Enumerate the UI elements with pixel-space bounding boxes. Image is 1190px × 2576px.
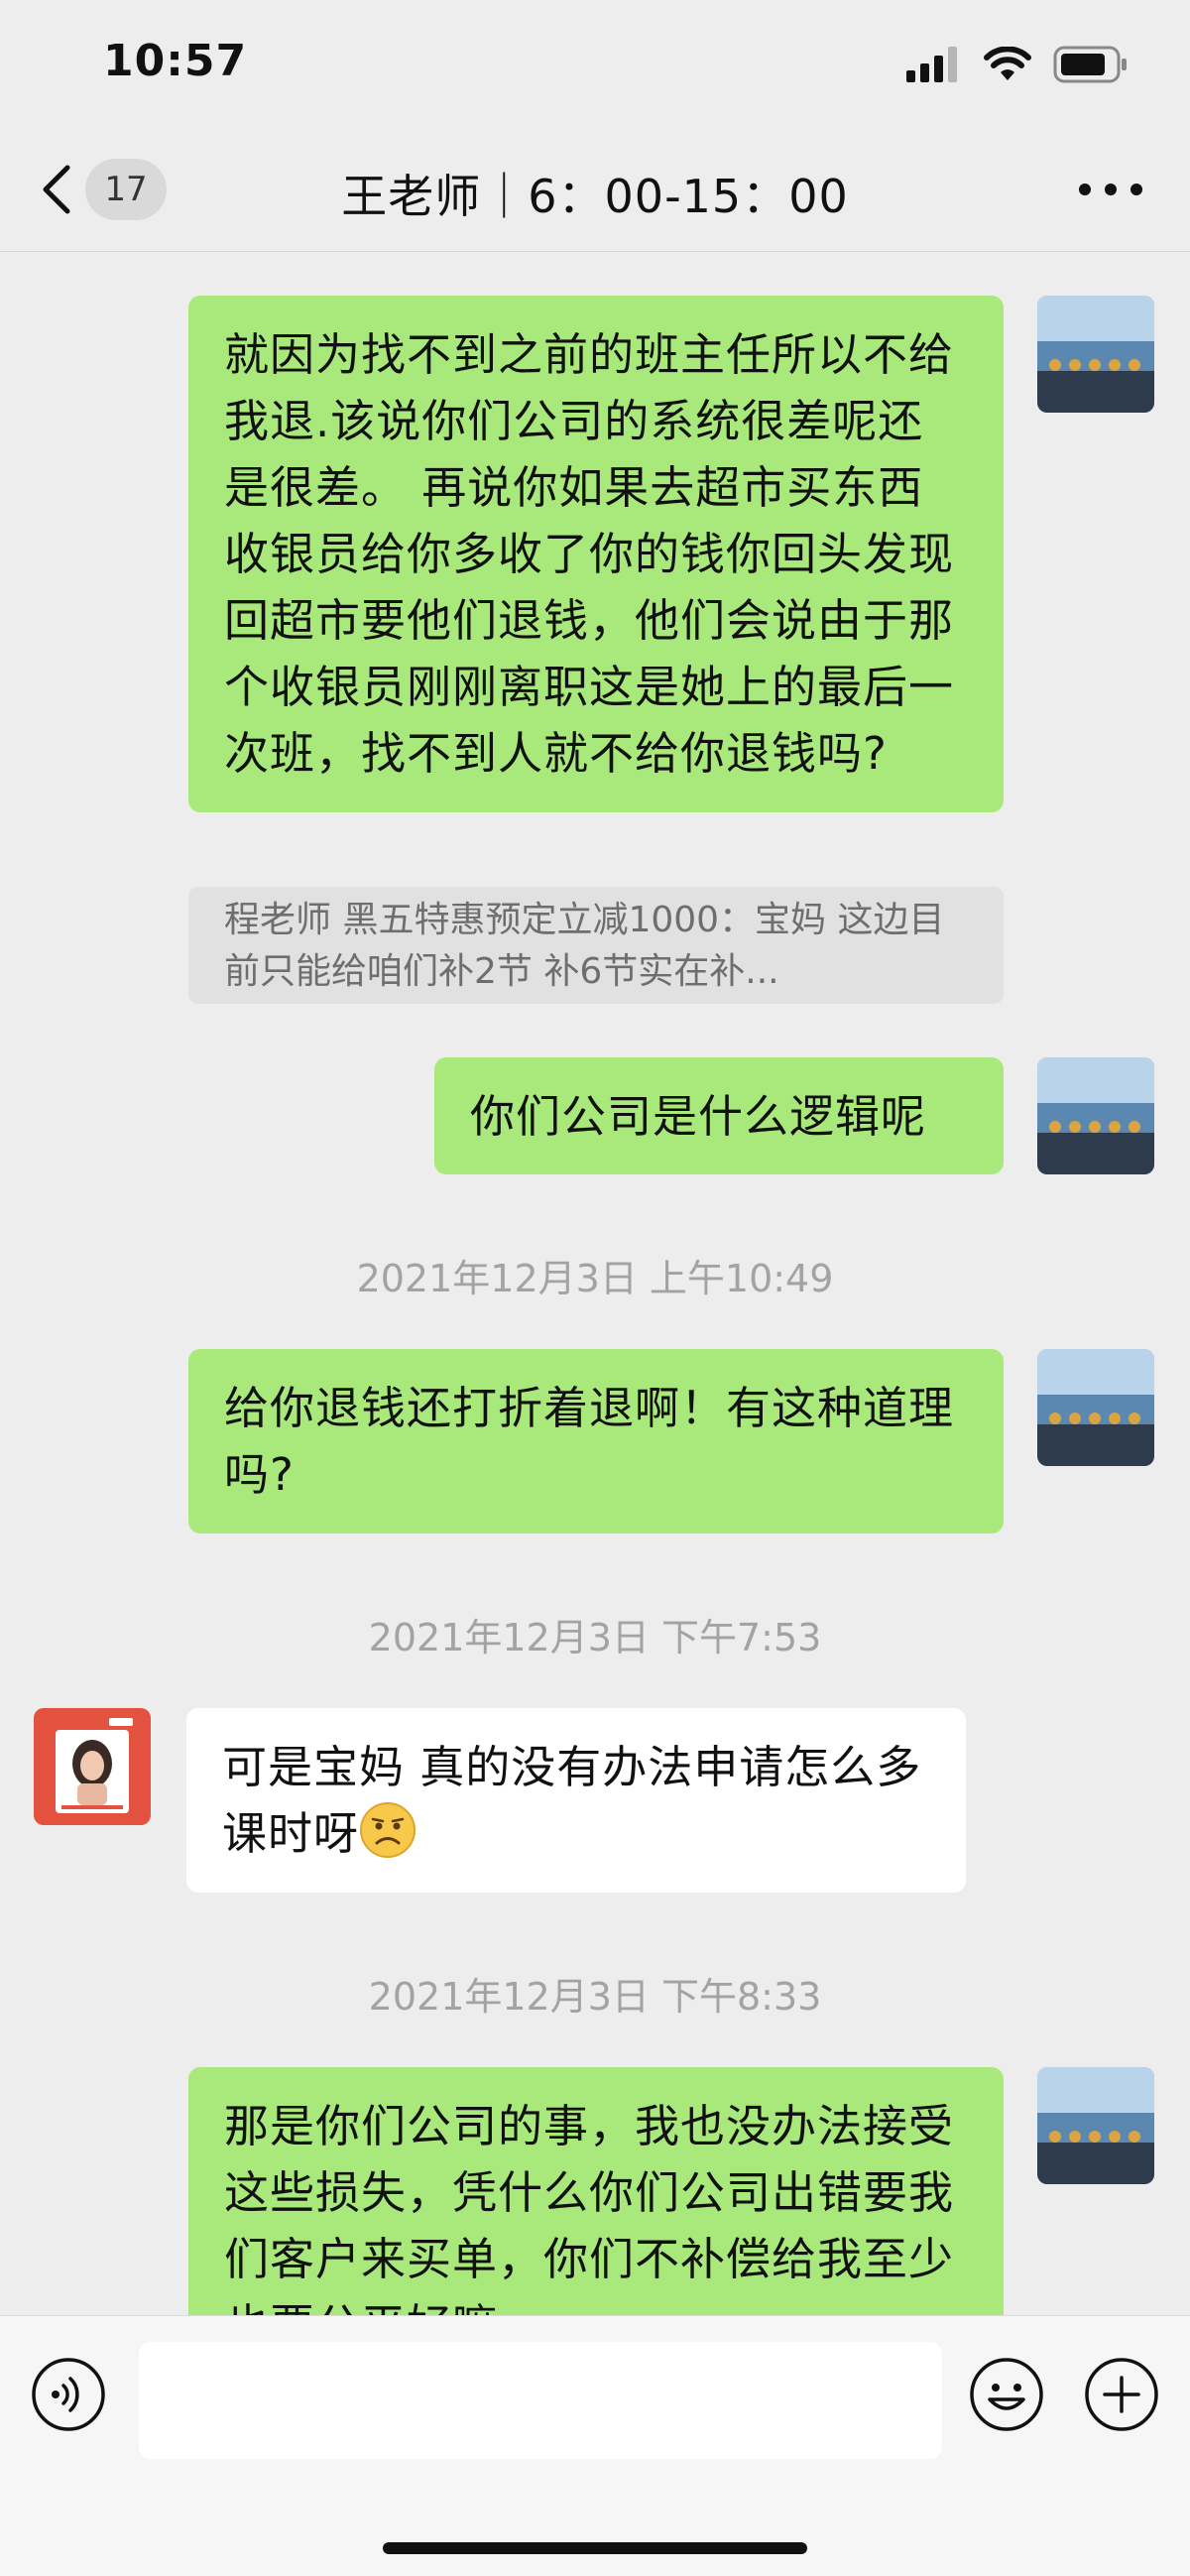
my-avatar-image xyxy=(1037,1057,1154,1174)
chat-title: 王老师｜6：00-15：00 xyxy=(341,170,849,223)
message-text: 可是宝妈 真的没有办法申请怎么多课时呀 xyxy=(222,1741,922,1860)
voice-icon xyxy=(32,2358,105,2431)
message-bubble-received[interactable]: 可是宝妈 真的没有办法申请怎么多课时呀 xyxy=(186,1708,966,1893)
battery-icon xyxy=(1053,46,1127,83)
more-icon xyxy=(1079,184,1142,195)
message-timestamp: 2021年12月3日 下午8:33 xyxy=(368,1975,822,2019)
my-avatar[interactable] xyxy=(1037,296,1154,413)
quoted-message-text: 程老师 黑五特惠预定立减1000：宝妈 这边目前只能给咱们补2节 补6节实在补.… xyxy=(224,900,945,992)
home-indicator xyxy=(383,2542,807,2554)
input-bar xyxy=(0,2315,1190,2576)
chat-area[interactable]: 就因为找不到之前的班主任所以不给我退.该说你们公司的系统很差呢还是很差。 再说你… xyxy=(0,252,1190,2315)
message-timestamp: 2021年12月3日 上午10:49 xyxy=(356,1257,834,1300)
more-functions-button[interactable] xyxy=(1083,2356,1160,2433)
message-bubble-sent[interactable]: 你们公司是什么逻辑呢 xyxy=(434,1057,1004,1174)
sad-face-emoji-icon xyxy=(360,1802,416,1858)
status-bar: 10:57 xyxy=(0,0,1190,129)
message-bubble-sent[interactable]: 那是你们公司的事，我也没办法接受这些损失，凭什么你们公司出错要我们客户来买单，你… xyxy=(188,2067,1004,2315)
contact-avatar[interactable] xyxy=(34,1708,151,1825)
contact-avatar-image xyxy=(34,1708,151,1825)
message-bubble-sent[interactable]: 给你退钱还打折着退啊！有这种道理吗? xyxy=(188,1349,1004,1533)
emoji-button[interactable] xyxy=(968,2356,1045,2433)
quoted-message[interactable]: 程老师 黑五特惠预定立减1000：宝妈 这边目前只能给咱们补2节 补6节实在补.… xyxy=(188,887,1004,1004)
wifi-icon xyxy=(984,47,1031,80)
voice-button[interactable] xyxy=(30,2356,107,2433)
my-avatar-image xyxy=(1037,1349,1154,1466)
plus-icon xyxy=(1085,2358,1158,2431)
my-avatar[interactable] xyxy=(1037,1349,1154,1466)
chat-header: 17 王老师｜6：00-15：00 xyxy=(0,129,1190,252)
message-timestamp: 2021年12月3日 下午7:53 xyxy=(368,1616,822,1659)
message-input[interactable] xyxy=(139,2342,942,2459)
status-time: 10:57 xyxy=(103,36,248,86)
more-button[interactable] xyxy=(1071,165,1150,214)
my-avatar[interactable] xyxy=(1037,1057,1154,1174)
my-avatar-image xyxy=(1037,296,1154,413)
my-avatar-image xyxy=(1037,2067,1154,2184)
status-icons xyxy=(906,46,1129,83)
emoji-icon xyxy=(970,2358,1043,2431)
message-bubble-sent[interactable]: 就因为找不到之前的班主任所以不给我退.该说你们公司的系统很差呢还是很差。 再说你… xyxy=(188,296,1004,812)
my-avatar[interactable] xyxy=(1037,2067,1154,2184)
signal-icon xyxy=(906,47,957,82)
